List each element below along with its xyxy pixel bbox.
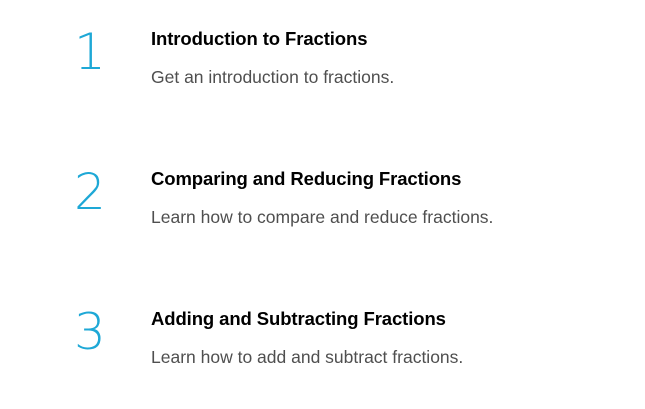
lesson-description: Get an introduction to fractions. xyxy=(151,67,395,87)
lesson-description: Learn how to compare and reduce fraction… xyxy=(151,207,494,227)
lesson-number: 2 xyxy=(74,163,106,221)
lesson-item-1: 1 Introduction to Fractions Get an intro… xyxy=(0,27,645,127)
lesson-number: 3 xyxy=(74,303,106,361)
lesson-title-link[interactable]: Introduction to Fractions xyxy=(151,28,368,50)
lesson-description: Learn how to add and subtract fractions. xyxy=(151,347,464,367)
lesson-item-3: 3 Adding and Subtracting Fractions Learn… xyxy=(0,307,645,407)
lesson-item-2: 2 Comparing and Reducing Fractions Learn… xyxy=(0,167,645,267)
lesson-title-link[interactable]: Comparing and Reducing Fractions xyxy=(151,168,461,190)
lesson-title-link[interactable]: Adding and Subtracting Fractions xyxy=(151,308,446,330)
lesson-number: 1 xyxy=(74,23,106,81)
